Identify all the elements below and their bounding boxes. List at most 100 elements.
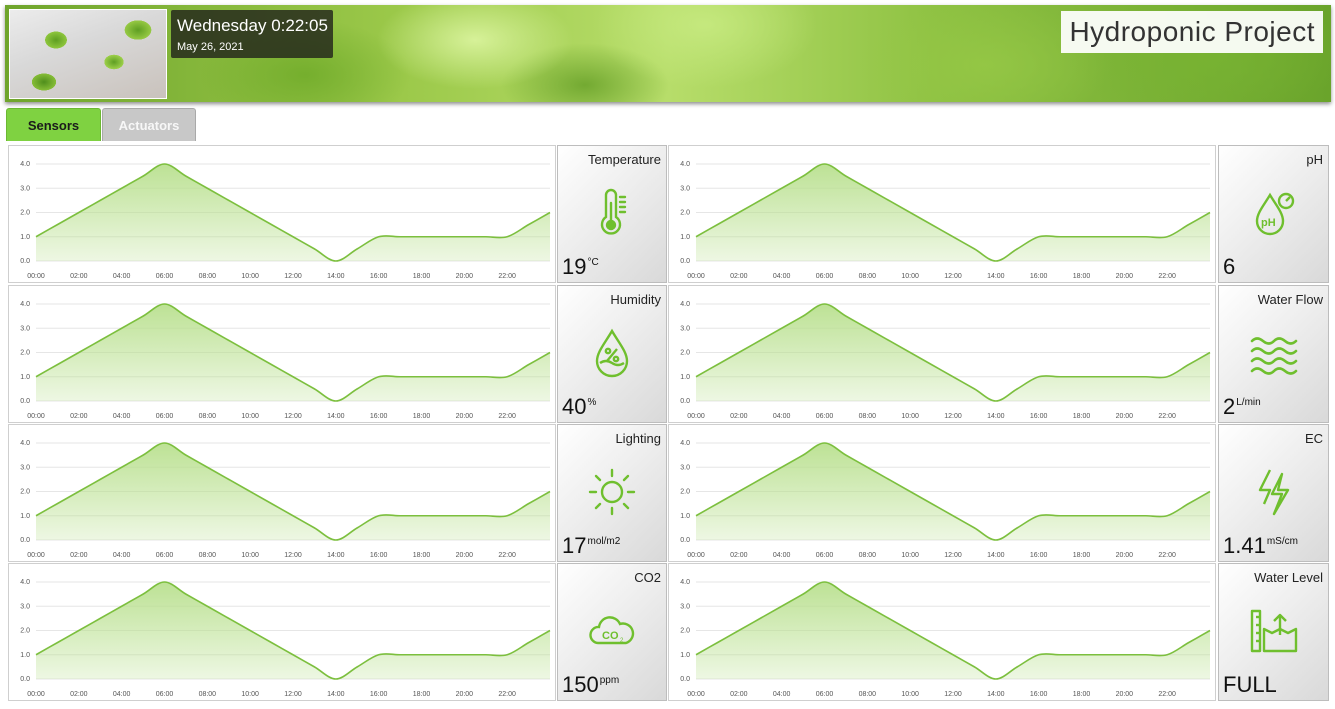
x-tick-label: 20:00 [456,413,474,420]
x-tick-label: 04:00 [113,691,131,698]
sensor-chart: 0.0 1.0 2.0 3.0 4.0 00:00 02:00 04:00 06:00 08:00… [20,579,551,698]
y-tick-label: 2.0 [20,210,30,217]
y-tick-label: 1.0 [680,652,690,659]
x-tick-label: 10:00 [901,413,919,420]
x-tick-label: 18:00 [413,273,431,280]
x-tick-label: 04:00 [773,691,791,698]
x-tick-label: 08:00 [859,552,877,559]
y-tick-label: 1.0 [680,513,690,520]
x-tick-label: 16:00 [370,273,388,280]
x-tick-label: 14:00 [327,691,345,698]
chart-panel-water-flow: 0.0 1.0 2.0 3.0 4.0 00:00 02:00 04:00 06:00 08:00… [668,285,1216,423]
sensor-label: Lighting [615,431,661,446]
x-tick-label: 16:00 [1030,413,1048,420]
clock-day-time: Wednesday 0:22:05 [177,16,328,35]
sensor-value-number: 1.41 [1223,533,1266,558]
x-tick-label: 14:00 [987,552,1005,559]
x-tick-label: 22:00 [498,552,516,559]
y-tick-label: 4.0 [20,161,30,168]
sensor-tile-ph: pH pH 6 [1218,145,1329,283]
sensor-value-number: 2 [1223,394,1236,419]
chart-panel-humidity: 0.0 1.0 2.0 3.0 4.0 00:00 02:00 04:00 06:00 08:00… [8,285,556,423]
y-tick-label: 0.0 [680,676,690,683]
sensor-unit: % [587,397,597,408]
x-tick-label: 20:00 [456,552,474,559]
x-tick-label: 04:00 [773,413,791,420]
x-tick-label: 04:00 [113,413,131,420]
water-waves-icon [1248,327,1300,379]
x-tick-label: 12:00 [284,413,302,420]
x-tick-label: 00:00 [27,273,45,280]
x-tick-label: 22:00 [498,691,516,698]
y-tick-label: 3.0 [20,325,30,332]
y-tick-label: 1.0 [20,374,30,381]
x-tick-label: 22:00 [1158,273,1176,280]
sensor-label: Temperature [588,152,661,167]
x-tick-label: 08:00 [199,273,217,280]
x-tick-label: 14:00 [987,413,1005,420]
sensor-chart: 0.0 1.0 2.0 3.0 4.0 00:00 02:00 04:00 06:00 08:00… [680,579,1211,698]
x-tick-label: 16:00 [1030,691,1048,698]
x-tick-label: 22:00 [498,413,516,420]
x-tick-label: 16:00 [370,691,388,698]
y-tick-label: 3.0 [20,464,30,471]
x-tick-label: 08:00 [199,552,217,559]
sensor-value: 1.41mS/cm [1223,533,1298,559]
x-tick-label: 04:00 [113,273,131,280]
x-tick-label: 20:00 [1116,273,1134,280]
sensor-tile-water-flow: Water Flow 2L/min [1218,285,1329,423]
tab-actuators[interactable]: Actuators [102,108,196,141]
x-tick-label: 10:00 [241,552,259,559]
y-tick-label: 2.0 [680,489,690,496]
tab-sensors[interactable]: Sensors [6,108,101,141]
y-tick-label: 2.0 [680,628,690,635]
x-tick-label: 20:00 [1116,691,1134,698]
x-tick-label: 10:00 [241,413,259,420]
thermometer-icon [586,187,638,239]
sensor-value-number: FULL [1223,672,1277,697]
x-tick-label: 16:00 [1030,273,1048,280]
x-tick-label: 06:00 [816,413,834,420]
x-tick-label: 12:00 [944,691,962,698]
x-tick-label: 00:00 [687,413,705,420]
page-title: Hydroponic Project [1061,11,1323,53]
x-tick-label: 04:00 [773,273,791,280]
sensor-value-number: 40 [562,394,587,419]
header-banner: Wednesday 0:22:05 May 26, 2021 Hydroponi… [5,5,1331,102]
x-tick-label: 00:00 [27,691,45,698]
x-tick-label: 18:00 [413,691,431,698]
sensor-unit: mol/m2 [587,536,621,547]
clock-date: May 26, 2021 [177,41,244,53]
x-tick-label: 22:00 [1158,552,1176,559]
x-tick-label: 12:00 [284,273,302,280]
x-tick-label: 08:00 [859,413,877,420]
x-tick-label: 08:00 [859,691,877,698]
x-tick-label: 12:00 [944,413,962,420]
sensor-value-number: 6 [1223,254,1236,279]
sensor-label: Humidity [610,292,661,307]
sensor-tile-lighting: Lighting 17mol/m2 [557,424,667,562]
sensor-value: 17mol/m2 [562,533,620,559]
x-tick-label: 02:00 [730,273,748,280]
chart-panel-water-level: 0.0 1.0 2.0 3.0 4.0 00:00 02:00 04:00 06:00 08:00… [668,563,1216,701]
hydroponic-thumbnail [9,9,167,99]
chart-panel-lighting: 0.0 1.0 2.0 3.0 4.0 00:00 02:00 04:00 06:00 08:00… [8,424,556,562]
y-tick-label: 0.0 [680,398,690,405]
y-tick-label: 3.0 [20,603,30,610]
x-tick-label: 06:00 [156,413,174,420]
x-tick-label: 02:00 [730,413,748,420]
y-tick-label: 1.0 [680,374,690,381]
chart-panel-ph: 0.0 1.0 2.0 3.0 4.0 00:00 02:00 04:00 06:00 08:00… [668,145,1216,283]
sensor-unit: L/min [1236,397,1261,408]
x-tick-label: 18:00 [413,413,431,420]
sensor-label: EC [1304,431,1323,446]
x-tick-label: 02:00 [70,273,88,280]
sensor-tile-humidity: Humidity 40% [557,285,667,423]
x-tick-label: 12:00 [944,273,962,280]
x-tick-label: 04:00 [773,552,791,559]
sensor-unit: mS/cm [1266,536,1298,547]
sensor-tile-ec: EC 1.41mS/cm [1218,424,1329,562]
y-tick-label: 4.0 [20,440,30,447]
x-tick-label: 14:00 [987,691,1005,698]
y-tick-label: 1.0 [20,513,30,520]
